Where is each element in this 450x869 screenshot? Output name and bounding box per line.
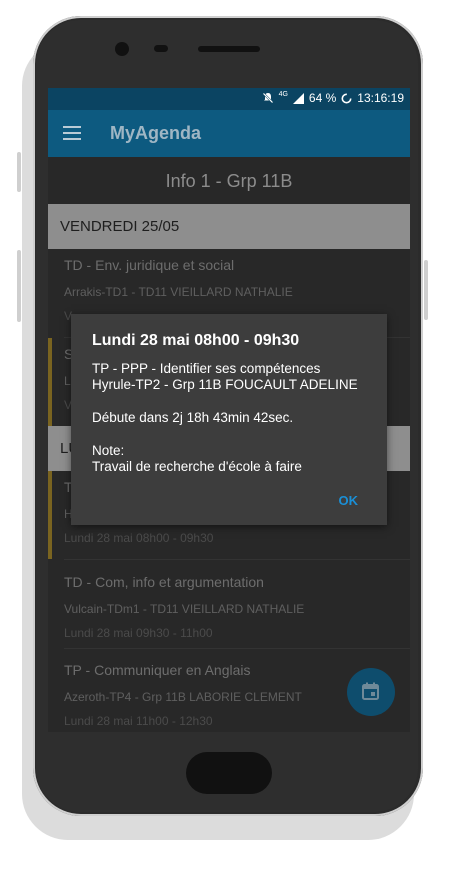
- clock: 13:16:19: [357, 91, 404, 105]
- event-title: TD - Env. juridique et social: [64, 257, 235, 273]
- bell-off-icon: [261, 92, 274, 104]
- dialog-note-label: Note:: [92, 443, 125, 458]
- phone-side-button-left-1: [17, 152, 21, 192]
- dialog-note-text: Travail de recherche d'école à faire: [92, 459, 302, 474]
- event-marker: [48, 338, 52, 426]
- battery-percent: 64 %: [308, 91, 337, 105]
- dialog-countdown: Débute dans 2j 18h 43min 42sec.: [92, 410, 294, 425]
- event-marker: [48, 471, 52, 559]
- phone-side-button-right: [424, 260, 428, 320]
- event-title: TD - Com, info et argumentation: [64, 574, 264, 590]
- home-button[interactable]: [186, 752, 272, 794]
- day-header: VENDREDI 25/05: [48, 204, 410, 249]
- ok-button[interactable]: OK: [339, 493, 359, 508]
- event-date: Lundi 28 mai 09h30 - 11h00: [64, 626, 213, 640]
- phone-side-button-left-2: [17, 250, 21, 322]
- dialog-course: TP - PPP - Identifier ses compétences: [92, 361, 321, 376]
- hamburger-icon[interactable]: [63, 126, 81, 140]
- calendar-icon: [362, 682, 379, 700]
- earpiece-speaker: [198, 46, 260, 52]
- event-title: TP - Communiquer en Anglais: [64, 662, 251, 678]
- app-bar: MyAgenda: [48, 110, 410, 157]
- event-location: Arrakis-TD1 - TD11 VIEILLARD NATHALIE: [64, 285, 293, 299]
- event-location: Vulcain-TDm1 - TD11 VIEILLARD NATHALIE: [64, 602, 305, 616]
- list-item[interactable]: TD - Com, info et argumentation Vulcain-…: [48, 566, 410, 654]
- proximity-sensor: [154, 45, 168, 52]
- calendar-fab[interactable]: [347, 668, 395, 716]
- event-date: Lundi 28 mai 08h00 - 09h30: [64, 531, 214, 545]
- day-header-label: VENDREDI 25/05: [60, 218, 180, 235]
- status-bar: 4G 64 % 13:16:19: [48, 88, 410, 110]
- signal-icon: [292, 92, 304, 104]
- dialog-title: Lundi 28 mai 08h00 - 09h30: [92, 332, 300, 349]
- battery-charging-icon: [341, 93, 352, 103]
- event-date: Lundi 28 mai 11h00 - 12h30: [64, 714, 213, 728]
- front-camera: [115, 42, 129, 56]
- dialog-location: Hyrule-TP2 - Grp 11B FOUCAULT ADELINE: [92, 377, 358, 392]
- event-dialog: Lundi 28 mai 08h00 - 09h30 TP - PPP - Id…: [71, 314, 387, 525]
- divider: [64, 648, 410, 649]
- event-location: Azeroth-TP4 - Grp 11B LABORIE CLEMENT: [64, 690, 302, 704]
- app-title: MyAgenda: [110, 123, 202, 143]
- network-type: 4G: [278, 90, 288, 98]
- group-title: Info 1 - Grp 11B: [165, 171, 293, 191]
- divider: [64, 559, 410, 560]
